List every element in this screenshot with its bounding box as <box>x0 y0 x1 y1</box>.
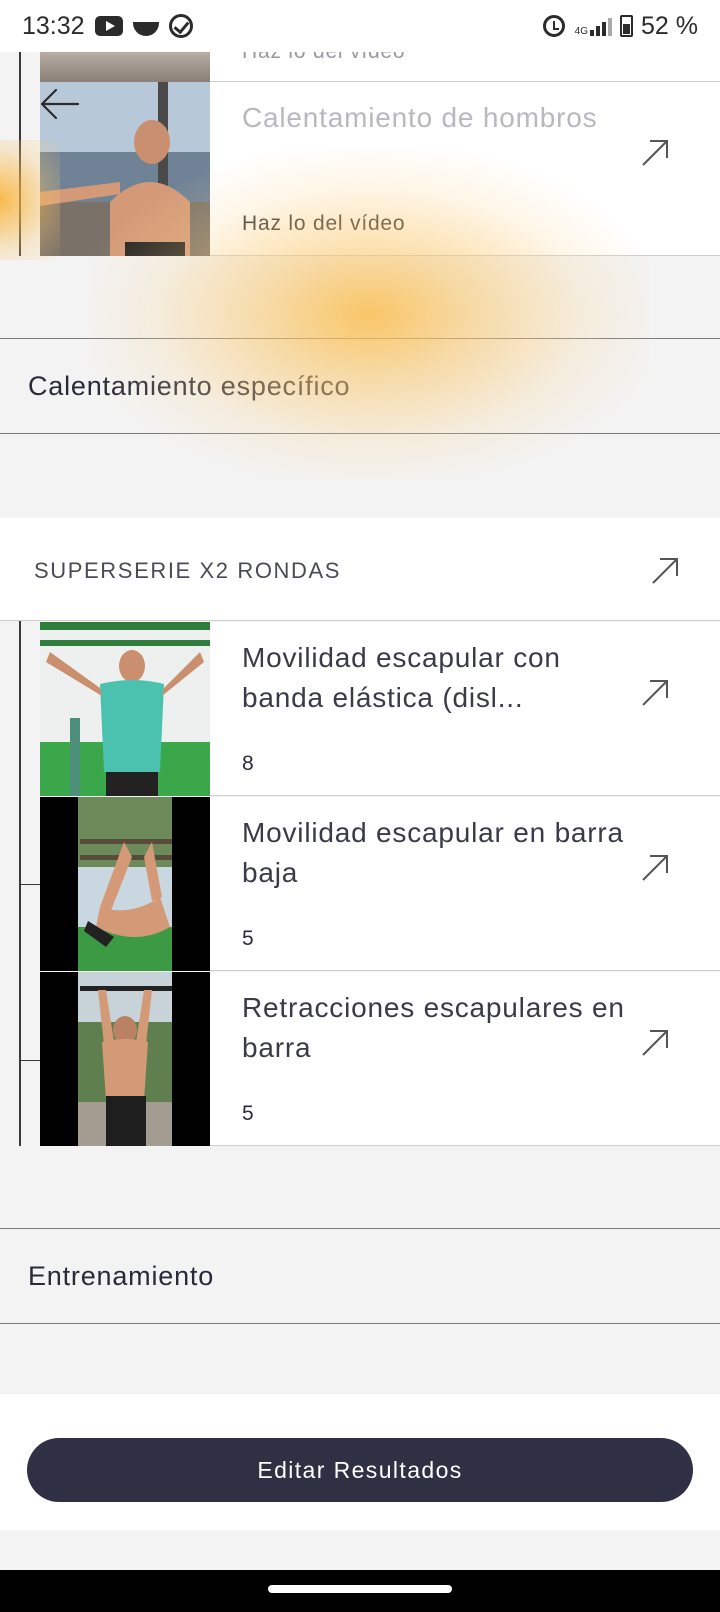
network-type: 4G <box>574 25 589 37</box>
exercise-reps: 8 <box>242 752 255 775</box>
arrow-up-right-icon[interactable] <box>640 678 670 708</box>
exercise-reps: 5 <box>242 927 255 950</box>
tree-line <box>19 52 21 256</box>
section-title: Entrenamiento <box>28 1260 215 1291</box>
exercise-thumbnail <box>40 972 210 1146</box>
status-bar: 13:32 4G 52 % <box>0 0 720 52</box>
exercise-row[interactable]: Retracciones escapulares en barra 5 <box>40 972 720 1146</box>
battery-level: 52 % <box>641 11 698 40</box>
arrow-left-icon <box>40 88 80 120</box>
arrow-up-right-icon[interactable] <box>640 1028 670 1058</box>
arrow-up-right-icon[interactable] <box>650 556 680 586</box>
exercise-reps: 5 <box>242 1102 255 1125</box>
arrow-up-right-icon[interactable] <box>640 138 670 168</box>
exercise-title: Movilidad escapular en barra baja <box>242 817 624 888</box>
signal-icon <box>590 16 614 36</box>
exercise-subtitle: Haz lo del vídeo <box>242 212 406 235</box>
exercise-thumbnail <box>40 797 210 971</box>
arrow-up-right-icon[interactable] <box>640 853 670 883</box>
alarm-icon <box>542 15 565 37</box>
section-header-specific-warmup[interactable]: Calentamiento específico <box>0 338 720 434</box>
exercise-title: Calentamiento de hombros <box>242 102 598 133</box>
exercise-row[interactable]: Movilidad escapular con banda elástica (… <box>40 622 720 796</box>
superset-header[interactable]: SUPERSERIE X2 RONDAS <box>0 518 720 621</box>
tree-connector <box>19 884 40 885</box>
check-circle-icon <box>168 14 193 38</box>
youtube-icon <box>94 16 123 36</box>
battery-icon <box>620 15 634 37</box>
bottom-action-panel: Editar Resultados <box>0 1394 720 1530</box>
home-gesture-handle[interactable] <box>268 1585 452 1593</box>
section-title: Calentamiento específico <box>28 370 351 401</box>
exercise-row-warmup-shoulders[interactable]: Calentamiento de hombros Haz lo del víde… <box>40 82 720 256</box>
section-header-training[interactable]: Entrenamiento <box>0 1228 720 1324</box>
system-navigation-bar <box>0 1570 720 1612</box>
edit-results-button[interactable]: Editar Resultados <box>27 1438 693 1502</box>
back-button[interactable] <box>38 84 82 124</box>
exercise-title: Movilidad escapular con banda elástica (… <box>242 642 561 713</box>
exercise-title: Retracciones escapulares en barra <box>242 992 625 1063</box>
exercise-thumbnail <box>40 622 210 796</box>
bowl-icon <box>132 22 159 36</box>
exercise-row[interactable]: Movilidad escapular en barra baja 5 <box>40 797 720 971</box>
superset-label: SUPERSERIE X2 RONDAS <box>34 558 342 583</box>
tree-connector <box>19 1060 40 1061</box>
status-time: 13:32 <box>22 11 85 40</box>
